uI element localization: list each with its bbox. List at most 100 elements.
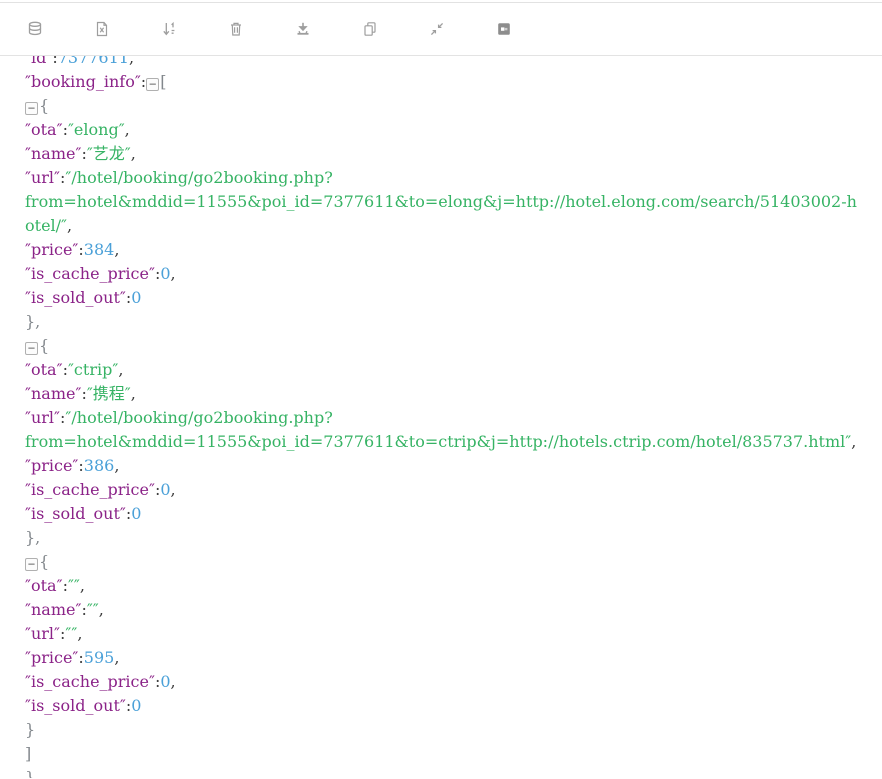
json-number: 384 <box>83 240 115 259</box>
json-punct: , <box>170 480 176 499</box>
copy-icon[interactable] <box>361 20 379 38</box>
collapse-node-icon[interactable]: − <box>25 558 38 571</box>
json-line: ″price″:384, <box>25 238 866 262</box>
json-key: ″url″ <box>25 408 61 427</box>
json-punct: , <box>77 624 83 643</box>
json-key: ″is_sold_out″ <box>25 504 126 523</box>
json-line: −{ <box>25 94 866 118</box>
json-line: ″is_sold_out″:0 <box>25 694 866 718</box>
json-punct: , <box>124 120 130 139</box>
json-key: ″url″ <box>25 168 61 187</box>
json-line: }, <box>25 766 866 778</box>
json-line: }, <box>25 310 866 334</box>
json-string: ″elong″ <box>67 120 125 139</box>
json-string: ″/hotel/booking/go2booking.php? <box>65 168 333 187</box>
json-number: 386 <box>83 456 115 475</box>
json-key: ″ota″ <box>25 576 63 595</box>
layout-icon[interactable] <box>495 20 513 38</box>
json-punct: , <box>114 648 120 667</box>
json-number: 7377611 <box>57 56 129 67</box>
json-brace: }, <box>25 528 41 547</box>
json-line: ″price″:595, <box>25 646 866 670</box>
json-punct: , <box>114 456 120 475</box>
json-number: 0 <box>160 672 171 691</box>
json-toolbar <box>0 3 882 56</box>
json-number: 0 <box>131 504 142 523</box>
json-line: } <box>25 718 866 742</box>
json-number: 0 <box>131 288 142 307</box>
json-line: ″name″:″″, <box>25 598 866 622</box>
collapse-node-icon[interactable]: − <box>146 78 160 91</box>
json-key: ″is_cache_price″ <box>25 264 155 283</box>
json-key: ″name″ <box>25 384 82 403</box>
json-key: ″price″ <box>25 648 79 667</box>
json-key: ″booking_info″ <box>25 72 141 91</box>
json-line: −{ <box>25 550 866 574</box>
collapse-node-icon[interactable]: − <box>25 342 38 355</box>
json-key: ″price″ <box>25 456 79 475</box>
json-line: ″url″:″/hotel/booking/go2booking.php? fro… <box>25 166 866 238</box>
json-string: ″/hotel/booking/go2booking.php? <box>65 408 333 427</box>
json-punct: , <box>79 576 85 595</box>
json-line: ″name″:″携程″, <box>25 382 866 406</box>
json-punct: , <box>114 240 120 259</box>
json-brace: [ <box>160 72 167 91</box>
json-line: ″is_cache_price″:0, <box>25 262 866 286</box>
database-icon[interactable] <box>26 20 44 38</box>
json-line: ″ota″:″elong″, <box>25 118 866 142</box>
collapse-node-icon[interactable]: − <box>25 102 38 115</box>
json-punct: , <box>118 360 124 379</box>
json-brace: ] <box>25 744 32 763</box>
json-punct: , <box>128 56 135 67</box>
json-line: ] <box>25 742 866 766</box>
json-line: ″url″:″/hotel/booking/go2booking.php? fro… <box>25 406 866 454</box>
json-key: ″is_sold_out″ <box>25 288 126 307</box>
json-key: ″ota″ <box>25 120 63 139</box>
json-viewer: ″id″:7377611, ″booking_info″: −[−{″ota″:″e… <box>0 56 882 778</box>
json-brace: { <box>39 552 50 571</box>
json-brace: } <box>25 720 36 739</box>
json-key: ″url″ <box>25 624 61 643</box>
json-punct: , <box>130 144 136 163</box>
trash-icon[interactable] <box>227 20 245 38</box>
json-line: ″url″:″″, <box>25 622 866 646</box>
collapse-all-icon[interactable] <box>428 20 446 38</box>
json-brace: { <box>39 336 50 355</box>
json-number: 595 <box>83 648 115 667</box>
json-punct: , <box>130 384 136 403</box>
json-number: 0 <box>160 480 171 499</box>
json-brace: { <box>39 96 50 115</box>
json-number: 0 <box>131 696 142 715</box>
file-x-icon[interactable] <box>93 20 111 38</box>
json-line: ″is_cache_price″:0, <box>25 670 866 694</box>
json-line: ″is_sold_out″:0 <box>25 502 866 526</box>
download-icon[interactable] <box>294 20 312 38</box>
json-line: ″price″:386, <box>25 454 866 478</box>
json-string: from=hotel&mddid=11555&poi_id=7377611&to… <box>25 432 852 451</box>
json-key: ″price″ <box>25 240 79 259</box>
json-key: ″is_cache_price″ <box>25 672 155 691</box>
sort-icon[interactable] <box>160 20 178 38</box>
json-string: ″″ <box>65 624 78 643</box>
json-string: from=hotel&mddid=11555&poi_id=7377611&to… <box>25 192 857 235</box>
json-line: ″name″:″艺龙″, <box>25 142 866 166</box>
json-line: ″is_sold_out″:0 <box>25 286 866 310</box>
json-string: ″艺龙″ <box>86 144 131 163</box>
json-line: ″is_cache_price″:0, <box>25 478 866 502</box>
json-punct: , <box>170 672 176 691</box>
json-number: 0 <box>160 264 171 283</box>
json-key: ″id″ <box>25 56 53 67</box>
json-string: ″ctrip″ <box>67 360 119 379</box>
json-key: ″is_sold_out″ <box>25 696 126 715</box>
json-line: }, <box>25 526 866 550</box>
json-punct: , <box>851 432 857 451</box>
json-line: ″id″:7377611, <box>25 56 866 70</box>
json-line: ″ota″:″ctrip″, <box>25 358 866 382</box>
json-viewer-wrap: ″id″:7377611, ″booking_info″: −[−{″ota″:″e… <box>0 56 882 778</box>
json-string: ″″ <box>67 576 80 595</box>
json-key: ″name″ <box>25 144 82 163</box>
json-line: ″booking_info″: −[ <box>25 70 866 94</box>
json-string: ″携程″ <box>86 384 131 403</box>
json-punct: , <box>67 216 73 235</box>
json-punct: , <box>170 264 176 283</box>
